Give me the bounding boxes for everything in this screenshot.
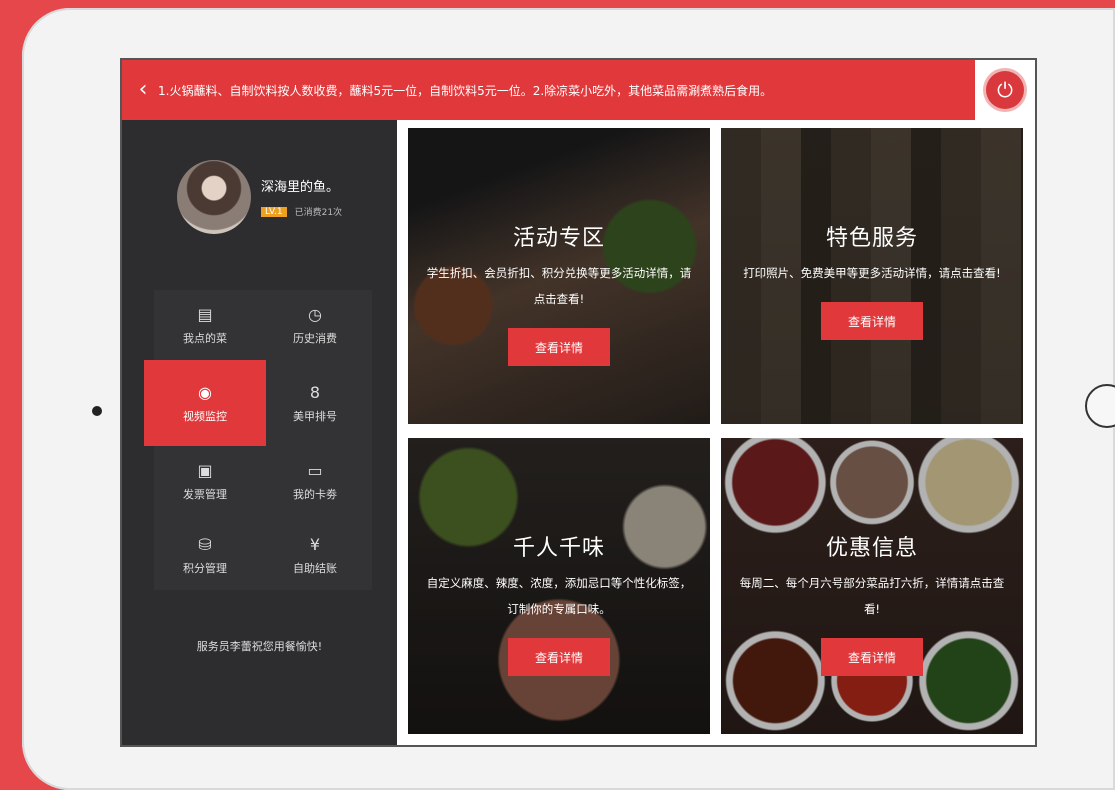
view-details-button[interactable]: 查看详情 <box>821 302 923 340</box>
card-promotions[interactable]: 活动专区 学生折扣、会员折扣、积分兑换等更多活动详情，请点击查看! 查看详情 <box>408 128 710 424</box>
yen-icon: ¥ <box>309 535 321 554</box>
card-title: 千人千味 <box>512 536 605 561</box>
card-title: 优惠信息 <box>825 536 918 561</box>
username: 深海里的鱼。 <box>261 180 340 195</box>
view-details-button[interactable]: 查看详情 <box>821 638 923 676</box>
clock-icon: ◷ <box>308 305 322 324</box>
card-description: 打印照片、免费美甲等更多活动详情，请点击查看! <box>743 266 1001 280</box>
card-custom-flavors[interactable]: 千人千味 自定义麻度、辣度、浓度，添加忌口等个性化标签，订制你的专属口味。 查看… <box>408 438 710 734</box>
notice-text: 1.火锅蘸料、自制饮料按人数收费，蘸料5元一位，自制饮料5元一位。2.除凉菜小吃… <box>158 83 773 98</box>
card-description: 自定义麻度、辣度、浓度，添加忌口等个性化标签，订制你的专属口味。 <box>426 576 692 616</box>
menu-item-label: 历史消费 <box>293 332 337 345</box>
avatar[interactable] <box>177 160 251 234</box>
user-profile: 深海里的鱼。 LV.1 已消费21次 <box>177 160 342 234</box>
ticket-number-icon: 8 <box>309 383 321 402</box>
view-details-button[interactable]: 查看详情 <box>508 328 610 366</box>
coupon-icon: ▭ <box>307 461 323 480</box>
card-special-services[interactable]: 特色服务 打印照片、免费美甲等更多活动详情，请点击查看! 查看详情 <box>721 128 1023 424</box>
app-screen: ‹ 1.火锅蘸料、自制饮料按人数收费，蘸料5元一位，自制饮料5元一位。2.除凉菜… <box>120 58 1037 747</box>
card-description: 学生折扣、会员折扣、积分兑换等更多活动详情，请点击查看! <box>426 266 692 306</box>
notice-bar: ‹ 1.火锅蘸料、自制饮料按人数收费，蘸料5元一位，自制饮料5元一位。2.除凉菜… <box>122 60 977 120</box>
menu-item-video-monitor[interactable]: ◉ 视频监控 <box>144 360 266 446</box>
menu-item-points[interactable]: ⛁ 积分管理 <box>144 512 266 598</box>
menu-item-label: 自助结账 <box>293 562 337 575</box>
menu-item-label: 我的卡劵 <box>293 488 337 501</box>
sidebar: 深海里的鱼。 LV.1 已消费21次 ▤ 我点的菜 ◷ 历史消费 ◉ 视频监控 <box>122 120 397 745</box>
menu-item-label: 发票管理 <box>183 488 227 501</box>
menu-item-label: 我点的菜 <box>183 332 227 345</box>
back-chevron-icon[interactable]: ‹ <box>128 60 158 120</box>
consumption-count: 已消费21次 <box>294 208 343 218</box>
power-button[interactable]: ⏻ <box>986 71 1024 109</box>
power-area: ⏻ <box>975 60 1035 120</box>
card-description: 每周二、每个月六号部分菜品打六折，详情请点击查看! <box>739 576 1005 616</box>
points-icon: ⛁ <box>198 535 212 554</box>
clipboard-icon: ▤ <box>197 305 213 324</box>
card-title: 特色服务 <box>825 226 918 251</box>
invoice-icon: ▣ <box>197 461 213 480</box>
power-icon: ⏻ <box>997 78 1013 102</box>
function-menu: ▤ 我点的菜 ◷ 历史消费 ◉ 视频监控 8 美甲排号 ▣ 发票管理 ▭ 我的卡… <box>144 290 372 590</box>
menu-item-label: 积分管理 <box>183 562 227 575</box>
menu-item-label: 视频监控 <box>183 410 227 423</box>
menu-item-history[interactable]: ◷ 历史消费 <box>254 282 376 368</box>
home-button[interactable] <box>1085 384 1115 428</box>
card-title: 活动专区 <box>512 226 605 251</box>
view-details-button[interactable]: 查看详情 <box>508 638 610 676</box>
front-camera <box>92 406 102 416</box>
menu-item-nail-queue[interactable]: 8 美甲排号 <box>254 360 376 446</box>
menu-item-label: 美甲排号 <box>293 410 337 423</box>
card-discounts[interactable]: 优惠信息 每周二、每个月六号部分菜品打六折，详情请点击查看! 查看详情 <box>721 438 1023 734</box>
menu-item-ordered-dishes[interactable]: ▤ 我点的菜 <box>144 282 266 368</box>
level-badge: LV.1 <box>261 206 287 217</box>
camera-icon: ◉ <box>198 383 212 402</box>
waiter-greeting: 服务员李蕾祝您用餐愉快! <box>196 640 323 653</box>
menu-item-self-checkout[interactable]: ¥ 自助结账 <box>254 512 376 598</box>
